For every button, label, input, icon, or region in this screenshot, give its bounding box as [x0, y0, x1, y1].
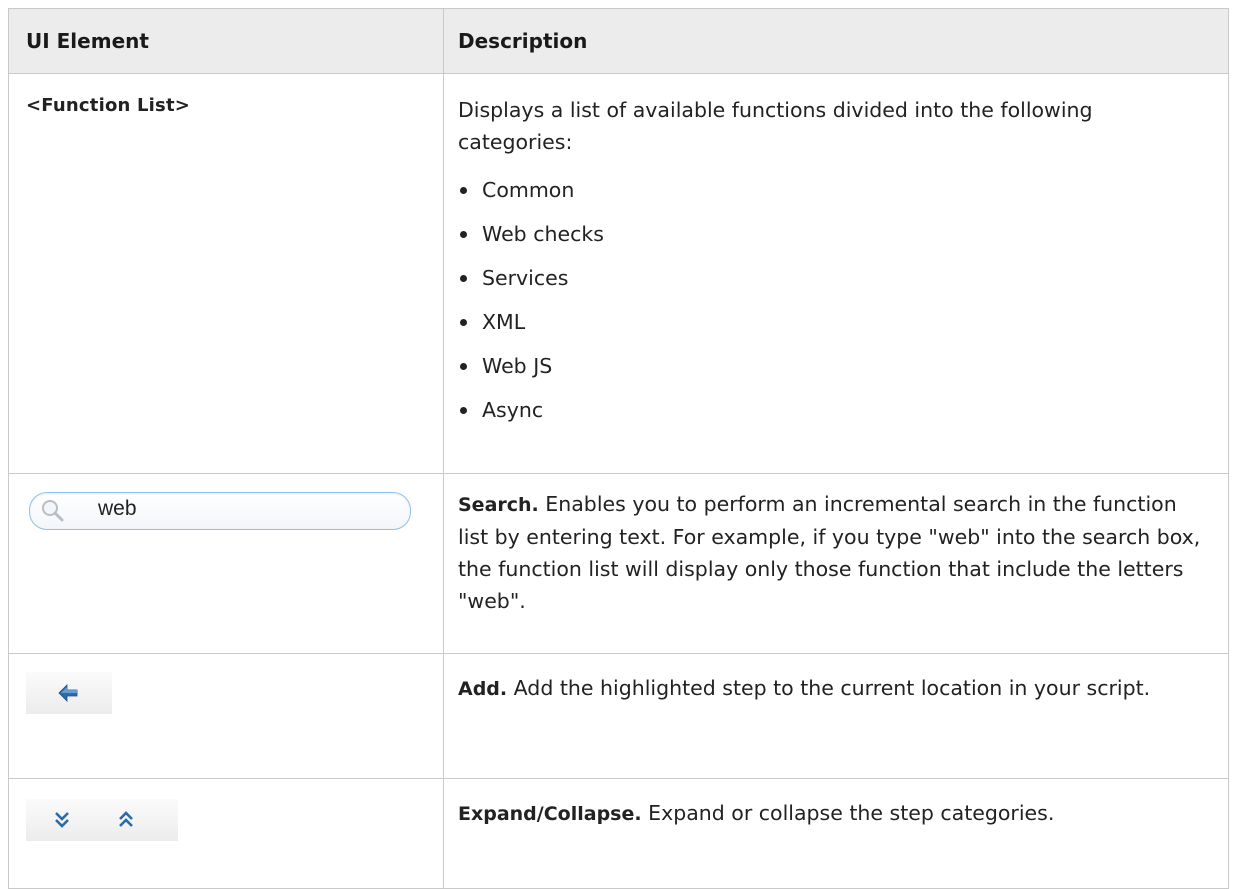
description-cell: Expand/Collapse. Expand or collapse the … — [443, 778, 1229, 889]
ui-elements-table: UI Element Description <Function List> D… — [8, 8, 1229, 889]
function-list-description: Displays a list of available functions d… — [458, 98, 1093, 154]
ui-element-header: UI Element — [8, 8, 444, 74]
category-list: Common Web checks Services XML Web JS As… — [458, 168, 1204, 432]
expand-collapse-lead: Expand/Collapse. — [458, 803, 642, 825]
expand-collapse-image — [26, 799, 178, 841]
function-list-label: <Function List> — [26, 95, 191, 116]
bullet-icon — [460, 319, 467, 326]
search-description: Enables you to perform an incremental se… — [458, 492, 1201, 613]
bullet-icon — [460, 407, 467, 414]
element-cell — [8, 653, 444, 779]
search-value: web — [98, 497, 137, 520]
list-item: Web JS — [458, 344, 1204, 388]
bullet-icon — [460, 231, 467, 238]
table-row: web Search. Enables you to perform an in… — [8, 473, 1229, 654]
table-row: Add. Add the highlighted step to the cur… — [8, 653, 1229, 779]
description-cell: Add. Add the highlighted step to the cur… — [443, 653, 1229, 779]
list-item: XML — [458, 300, 1204, 344]
description-cell: Search. Enables you to perform an increm… — [443, 473, 1229, 654]
expand-icon — [55, 812, 69, 828]
element-cell — [8, 778, 444, 889]
expand-collapse-description: Expand or collapse the step categories. — [641, 801, 1055, 825]
table-header-row: UI Element Description — [8, 8, 1229, 74]
search-icon — [42, 500, 64, 522]
bullet-icon — [460, 275, 467, 282]
search-lead: Search. — [458, 494, 539, 516]
list-item: Services — [458, 256, 1204, 300]
description-header: Description — [443, 8, 1229, 74]
list-item: Web checks — [458, 212, 1204, 256]
list-item: Async — [458, 388, 1204, 432]
table-row: Expand/Collapse. Expand or collapse the … — [8, 778, 1229, 889]
bullet-icon — [460, 363, 467, 370]
element-cell: web — [8, 473, 444, 654]
description-cell: Displays a list of available functions d… — [443, 73, 1229, 474]
add-lead: Add. — [458, 678, 508, 700]
bullet-icon — [460, 187, 467, 194]
arrow-left-icon — [58, 684, 78, 702]
table-row: <Function List> Displays a list of avail… — [8, 73, 1229, 474]
add-button-image — [26, 672, 112, 714]
list-item: Common — [458, 168, 1204, 212]
add-description: Add the highlighted step to the current … — [507, 676, 1151, 700]
search-box-image: web — [29, 492, 411, 530]
collapse-icon — [119, 811, 133, 827]
element-cell: <Function List> — [8, 73, 444, 474]
